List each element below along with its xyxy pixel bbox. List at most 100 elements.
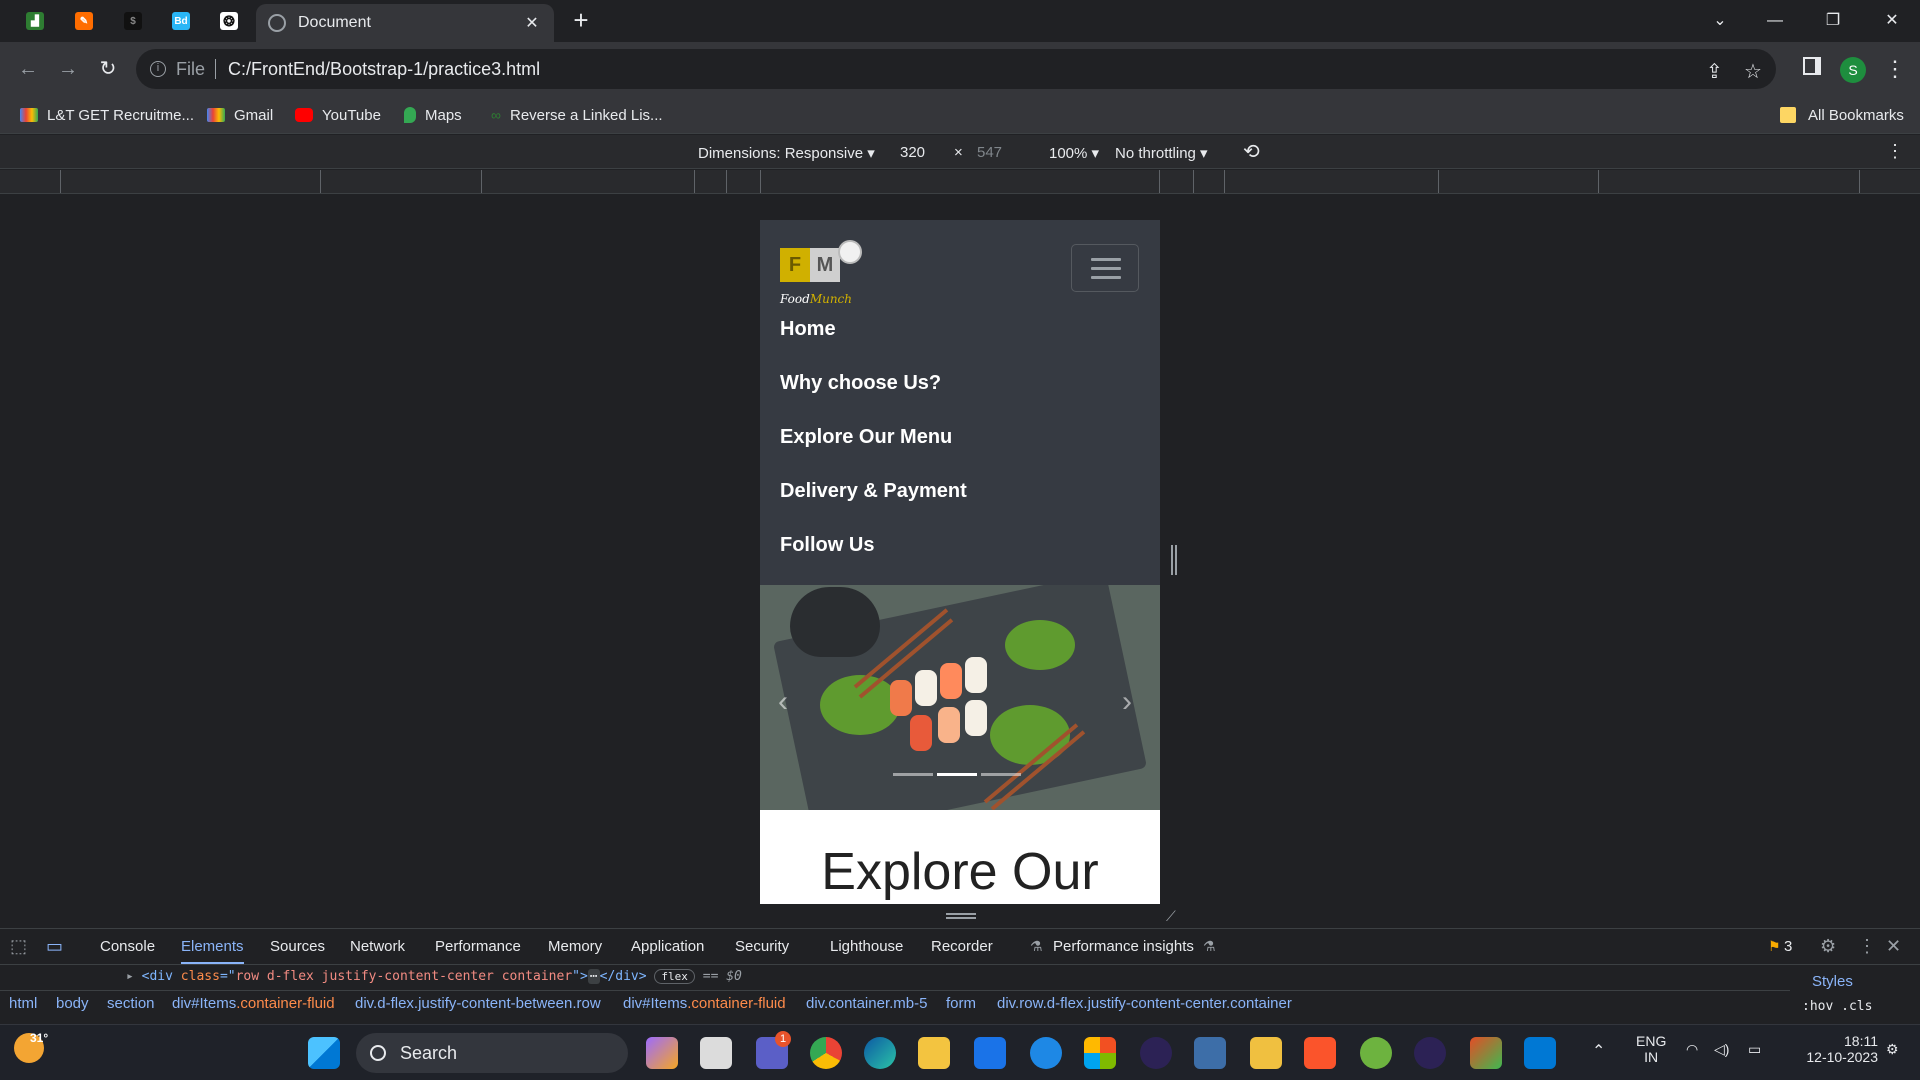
copilot-icon[interactable]	[646, 1037, 678, 1069]
navbar-toggler-button[interactable]	[1071, 244, 1139, 292]
issues-count[interactable]: 3	[1784, 938, 1792, 955]
tab-sources[interactable]: Sources	[270, 938, 325, 955]
inspect-element-icon[interactable]: ⬚	[10, 936, 27, 957]
carousel-indicator-active[interactable]	[937, 773, 977, 776]
throttling-dropdown[interactable]: No throttling ▾	[1115, 144, 1208, 162]
breadcrumb-item[interactable]: form	[946, 991, 976, 1017]
devtools-close-icon[interactable]: ✕	[1886, 936, 1901, 957]
carousel-indicator[interactable]	[893, 773, 933, 776]
resize-handle-bottom[interactable]	[946, 913, 976, 919]
language-indicator[interactable]: ENG IN	[1636, 1033, 1666, 1065]
start-windows-icon[interactable]	[308, 1037, 340, 1069]
nav-link-why-choose-us[interactable]: Why choose Us?	[780, 372, 941, 395]
nav-link-explore-menu[interactable]: Explore Our Menu	[780, 426, 952, 449]
breadcrumb-item[interactable]: body	[56, 991, 89, 1017]
volume-icon[interactable]: ◁)	[1714, 1041, 1729, 1058]
tab-performance-insights[interactable]: Performance insights	[1053, 938, 1194, 955]
tray-overflow-icon[interactable]: ⌃	[1592, 1041, 1605, 1061]
nav-link-delivery-payment[interactable]: Delivery & Payment	[780, 480, 967, 503]
tab-elements[interactable]: Elements	[181, 938, 244, 964]
issues-flag-icon[interactable]: ⚑	[1768, 938, 1781, 955]
breadcrumb-item[interactable]: html	[9, 991, 37, 1017]
eclipse-2-icon[interactable]	[1414, 1037, 1446, 1069]
close-window-button[interactable]: ✕	[1872, 6, 1912, 36]
zoom-dropdown[interactable]: 100% ▾	[1049, 144, 1099, 162]
tab-network[interactable]: Network	[350, 938, 405, 955]
flex-badge[interactable]: flex	[654, 969, 695, 984]
breadcrumb-item[interactable]: div.container.mb-5	[806, 991, 927, 1017]
tab-performance[interactable]: Performance	[435, 938, 521, 955]
pinned-tab-openai[interactable]: ❂	[214, 7, 244, 35]
taskbar-search[interactable]: Search	[356, 1033, 628, 1073]
carousel-prev-icon[interactable]: ‹	[778, 685, 788, 719]
pinned-tab-chart-app[interactable]: ▟	[20, 7, 50, 35]
minimize-button[interactable]: —	[1755, 6, 1795, 36]
info-icon[interactable]: i	[150, 61, 166, 77]
pinned-tab-bd-app[interactable]: Bd	[166, 7, 196, 35]
breadcrumb-item[interactable]: div#Items.container-fluid	[172, 991, 335, 1017]
git-icon[interactable]	[1470, 1037, 1502, 1069]
forward-button[interactable]: →	[54, 55, 82, 83]
share-icon[interactable]: ⇪	[1706, 59, 1723, 84]
file-explorer-icon[interactable]	[918, 1037, 950, 1069]
settings-gear-icon[interactable]: ⚙	[1820, 936, 1836, 957]
tab-recorder[interactable]: Recorder	[931, 938, 993, 955]
eclipse-icon[interactable]	[1140, 1037, 1172, 1069]
battery-icon[interactable]: ▭	[1748, 1041, 1761, 1058]
clock[interactable]: 18:11 12-10-2023	[1788, 1033, 1878, 1065]
nav-link-follow-us[interactable]: Follow Us	[780, 534, 874, 557]
tab-close-icon[interactable]: ✕	[522, 13, 542, 33]
notification-icon[interactable]: ⚙	[1886, 1041, 1899, 1058]
mysql-workbench-icon[interactable]	[1194, 1037, 1226, 1069]
ms-store-icon[interactable]	[1084, 1037, 1116, 1069]
url-text[interactable]: C:/FrontEnd/Bootstrap-1/practice3.html	[228, 59, 540, 80]
restore-button[interactable]: ❐	[1813, 6, 1853, 36]
back-button[interactable]: ←	[14, 55, 42, 83]
height-input[interactable]: 547	[977, 144, 1002, 161]
brave-icon[interactable]	[1304, 1037, 1336, 1069]
foodmunch-logo[interactable]: F M FoodMunch	[780, 240, 866, 310]
pinned-tab-pencil-app[interactable]: ✎	[69, 7, 99, 35]
selected-dom-node[interactable]: ▸ <div class="row d-flex justify-content…	[0, 965, 1790, 989]
breadcrumb-item[interactable]: section	[107, 991, 155, 1017]
dimensions-dropdown[interactable]: Dimensions: Responsive ▾	[698, 144, 875, 162]
device-menu-icon[interactable]: ⋮	[1886, 141, 1904, 162]
tab-application[interactable]: Application	[631, 938, 704, 955]
profile-avatar[interactable]: S	[1840, 57, 1866, 83]
new-tab-button[interactable]: +	[568, 7, 594, 34]
resize-corner-icon[interactable]: ⟋	[1166, 908, 1176, 925]
bookmark-lt-get[interactable]: L&T GET Recruitme...	[20, 103, 194, 127]
resize-handle-right[interactable]	[1171, 545, 1177, 575]
notepad-icon[interactable]	[1250, 1037, 1282, 1069]
task-view-icon[interactable]	[700, 1037, 732, 1069]
expand-arrow-icon[interactable]: ▸	[126, 969, 134, 984]
tab-lighthouse[interactable]: Lighthouse	[830, 938, 903, 955]
device-toggle-icon[interactable]: ▭	[46, 936, 63, 957]
vscode-icon[interactable]	[1524, 1037, 1556, 1069]
tab-document[interactable]: Document ✕	[256, 4, 554, 42]
bookmark-youtube[interactable]: YouTube	[295, 103, 381, 127]
breadcrumb-item[interactable]: div.row.d-flex.justify-content-center.co…	[997, 991, 1292, 1017]
tab-memory[interactable]: Memory	[548, 938, 602, 955]
chrome-icon[interactable]	[810, 1037, 842, 1069]
bookmark-gmail[interactable]: Gmail	[207, 103, 273, 127]
breadcrumb-item[interactable]: div#Items.container-fluid	[623, 991, 786, 1017]
reload-button[interactable]: ↻	[94, 55, 122, 83]
bookmark-reverse-linked-list[interactable]: ∞ Reverse a Linked Lis...	[491, 103, 663, 127]
help-icon[interactable]	[1030, 1037, 1062, 1069]
wifi-icon[interactable]: ◠	[1686, 1041, 1698, 1058]
breadcrumb-item[interactable]: div.d-flex.justify-content-between.row	[355, 991, 601, 1017]
dom-ellipsis[interactable]: ⋯	[587, 969, 600, 984]
browser-menu-icon[interactable]: ⋮	[1884, 56, 1906, 82]
devtools-menu-icon[interactable]: ⋮	[1858, 936, 1876, 957]
bookmark-maps[interactable]: Maps	[404, 103, 462, 127]
carousel-indicator[interactable]	[981, 773, 1021, 776]
styles-filter[interactable]: :hov .cls	[1802, 999, 1872, 1014]
tab-security[interactable]: Security	[735, 938, 789, 955]
edge-icon[interactable]	[864, 1037, 896, 1069]
side-panel-icon[interactable]	[1803, 57, 1821, 75]
nav-link-home[interactable]: Home	[780, 318, 836, 341]
all-bookmarks-folder[interactable]: All Bookmarks	[1780, 103, 1904, 127]
spring-tools-icon[interactable]	[1360, 1037, 1392, 1069]
styles-tab[interactable]: Styles	[1812, 973, 1853, 990]
